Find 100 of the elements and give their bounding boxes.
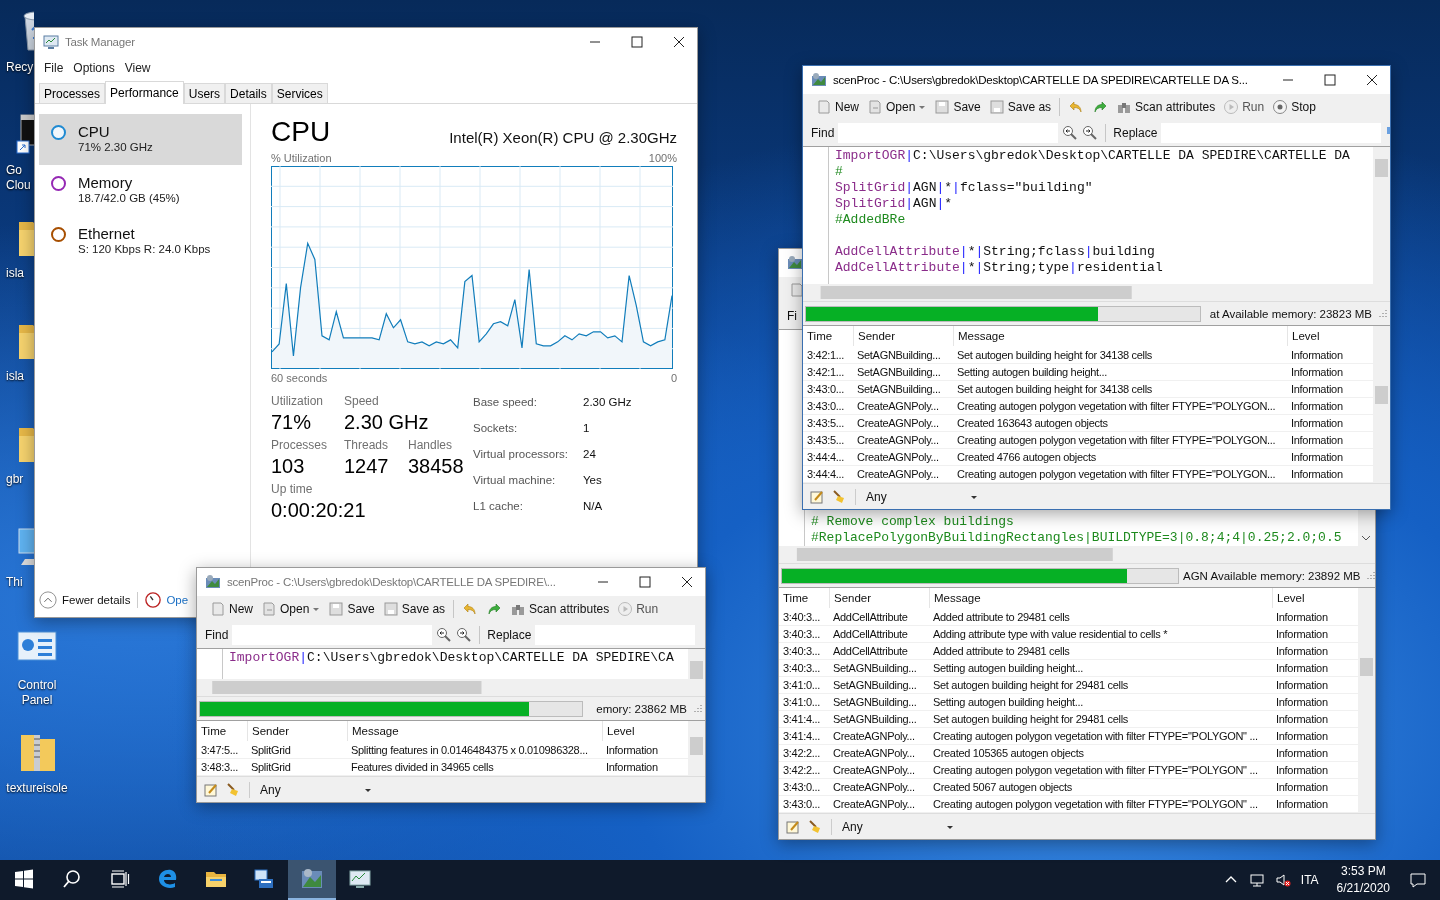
toolbar-button[interactable]: New (813, 97, 862, 117)
toolbar-button[interactable]: Run (614, 599, 662, 619)
vertical-scrollbar[interactable] (688, 649, 705, 679)
column-header[interactable]: Sender (853, 326, 953, 346)
desktop-icon-label[interactable]: Thi (6, 575, 36, 590)
level-filter-dropdown[interactable]: Any (258, 779, 378, 800)
language-indicator[interactable]: ITA (1300, 873, 1319, 887)
desktop-icon-label[interactable]: Go Clou (6, 163, 36, 193)
vertical-scrollbar[interactable] (1358, 588, 1375, 813)
find-next-icon[interactable] (456, 627, 473, 643)
table-cell-text: Created 163643 autogen objects (956, 416, 1109, 431)
notepad-icon[interactable] (809, 488, 825, 505)
notification-icon[interactable] (1408, 870, 1428, 890)
play-icon (1223, 99, 1240, 115)
resize-grip-icon[interactable] (1364, 569, 1375, 582)
code-line: ImportOGR|C:\Users\gbredok\Desktop\CARTELLE DA SPEDIRE\CARTELLE DA (835, 148, 1351, 164)
play-icon (617, 601, 634, 617)
table-cell-text: Information (1290, 450, 1344, 465)
find-previous-icon[interactable] (436, 627, 453, 643)
table-cell-text: Created 5067 autogen objects (932, 780, 1073, 795)
column-header[interactable]: Message (347, 721, 602, 741)
horizontal-scrollbar[interactable] (779, 546, 1375, 563)
desktop-icon-label[interactable]: Control Panel (1, 678, 73, 708)
spec-value: Yes (583, 474, 603, 488)
stat-label: Up time (271, 482, 314, 496)
tab[interactable]: Performance (105, 81, 184, 104)
notepad-icon[interactable] (203, 781, 219, 798)
toolbar-button[interactable]: Save (325, 599, 378, 619)
speaker-muted-icon[interactable] (1274, 872, 1291, 888)
toolbar-button[interactable]: Save as (985, 97, 1055, 117)
toolbar-button[interactable]: Run (1220, 97, 1268, 117)
horizontal-scrollbar[interactable] (197, 679, 705, 696)
resize-grip-icon[interactable] (1376, 307, 1388, 320)
desktop-icon-label[interactable]: isla (6, 266, 36, 281)
resource-name: Memory (78, 174, 134, 191)
column-header[interactable]: Time (803, 326, 853, 346)
script-editor[interactable] (803, 146, 1390, 284)
toolbar-button[interactable]: Scan attributes (1113, 97, 1219, 117)
toolbar-button[interactable]: Save as (379, 599, 449, 619)
notepad-icon[interactable] (785, 818, 801, 835)
stat-value: 2.30 GHz (344, 411, 430, 434)
level-filter-dropdown[interactable]: Any (864, 486, 984, 507)
resource-monitor-link[interactable]: Ope (166, 594, 189, 606)
vertical-scrollbar[interactable] (1373, 326, 1390, 483)
horizontal-scrollbar[interactable] (803, 284, 1390, 301)
tab[interactable]: Details (225, 83, 272, 103)
level-filter-dropdown[interactable]: Any (840, 816, 960, 837)
page-icon (789, 282, 805, 298)
table-cell-text: SetAGNBuilding... (856, 365, 942, 380)
column-header[interactable]: Sender (829, 588, 929, 608)
table-cell-text: 3:41:0... (782, 678, 822, 693)
desktop-icon-label[interactable]: Recy (6, 60, 36, 75)
resource-item[interactable]: Ethernet S: 120 Kbps R: 24.0 Kbps (39, 216, 242, 267)
vertical-scrollbar[interactable] (1373, 147, 1390, 284)
graph-span-label: 60 seconds (271, 372, 328, 384)
desktop-icon-label[interactable]: isla (6, 369, 36, 384)
table-cell-text: Information (1275, 797, 1329, 812)
column-header[interactable]: Message (929, 588, 1272, 608)
table-cell-text: Setting autogen building height... (932, 695, 1085, 710)
replace-label: Replace (487, 628, 532, 642)
tab[interactable]: Services (271, 83, 328, 103)
desktop-icon-label[interactable]: textureisole (1, 781, 73, 796)
broom-icon[interactable] (225, 781, 241, 798)
menu-item[interactable]: Options (68, 59, 120, 77)
resource-item[interactable]: CPU 71% 2.30 GHz (39, 114, 242, 165)
resource-item[interactable]: Memory 18.7/42.0 GB (45%) (39, 165, 242, 216)
column-header[interactable]: Message (953, 326, 1287, 346)
stat-value: 38458 (408, 455, 465, 478)
column-header[interactable]: Sender (247, 721, 347, 741)
desktop-icon-label[interactable]: gbr (6, 472, 36, 487)
menu-item[interactable]: File (39, 59, 69, 77)
graph-max-label: 100% (648, 152, 677, 164)
toolbar-button[interactable]: Save (931, 97, 984, 117)
toolbar-button[interactable]: Stop (1269, 97, 1319, 117)
page-icon (210, 601, 226, 617)
toolbar-button[interactable]: Open (258, 599, 324, 619)
script-editor[interactable]: ImportOGR|C:\Users\gbredok\Desktop\CARTELLE DA SPEDIRE\CA (197, 648, 705, 679)
clock[interactable]: 3:53 PM 6/21/2020 (1328, 863, 1398, 897)
fewer-details-link[interactable]: Fewer details (62, 594, 131, 606)
table-cell-text: Setting autogen building height... (956, 365, 1109, 380)
toolbar-button[interactable]: Open (864, 97, 930, 117)
menu-item[interactable]: View (119, 59, 156, 77)
table-cell-text: Adding attribute type with value residential to cells * (932, 627, 1169, 642)
broom-icon[interactable] (807, 818, 823, 835)
broom-icon[interactable] (831, 488, 847, 505)
toolbar-button[interactable]: New (207, 599, 256, 619)
tab[interactable]: Processes (39, 83, 106, 103)
network-icon[interactable] (1248, 872, 1265, 888)
column-header[interactable]: Time (779, 588, 829, 608)
vertical-scrollbar[interactable] (688, 721, 705, 776)
table-cell-text: Information (1275, 644, 1329, 659)
column-header[interactable]: Time (197, 721, 247, 741)
resize-grip-icon[interactable] (691, 702, 703, 715)
tab[interactable]: Users (183, 83, 226, 103)
stat-value: 71% (271, 411, 313, 434)
toolbar-button[interactable]: Scan attributes (507, 599, 613, 619)
find-previous-icon[interactable] (1062, 125, 1079, 141)
stat-label: Speed (344, 394, 380, 408)
resource-name: Ethernet (78, 225, 136, 242)
find-next-icon[interactable] (1082, 125, 1099, 141)
